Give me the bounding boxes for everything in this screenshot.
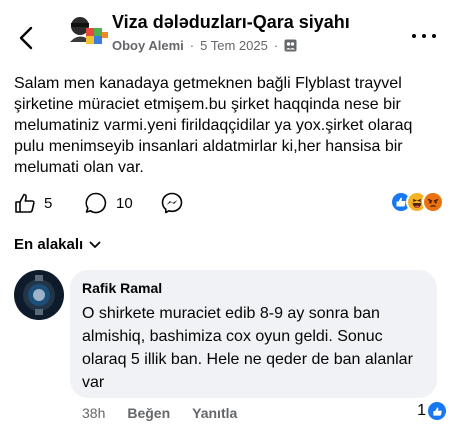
messenger-share-button[interactable]: [160, 190, 184, 216]
angry-reaction-icon: [422, 191, 444, 213]
commenter-avatar[interactable]: [14, 270, 64, 320]
commenter-name[interactable]: Rafik Ramal: [82, 280, 425, 296]
post-author[interactable]: Oboy Alemi: [112, 38, 184, 53]
chevron-down-icon: [89, 241, 101, 248]
comment-bubble: Rafik Ramal O shirkete muraciet edib 8-9…: [70, 270, 437, 398]
meta-separator: ·: [189, 38, 195, 53]
comment-reaction-count[interactable]: 1: [417, 402, 446, 420]
messenger-icon: [161, 192, 183, 214]
comment-icon: [85, 192, 107, 214]
thumbs-up-icon: [15, 193, 35, 213]
like-button[interactable]: 5: [14, 190, 52, 216]
like-reaction-icon: [428, 402, 446, 420]
post-meta: Oboy Alemi · 5 Tem 2025 ·: [112, 38, 297, 53]
meta-separator: ·: [273, 38, 279, 53]
comment-reply-button[interactable]: Yanıtla: [192, 405, 237, 421]
comment-text: O shirkete muraciet edib 8-9 ay sonra ba…: [82, 305, 413, 391]
post-date[interactable]: 5 Tem 2025: [200, 38, 268, 53]
chevron-left-icon: [19, 26, 33, 50]
comment-like-count: 1: [417, 402, 426, 419]
comment-sort-dropdown[interactable]: En alakalı: [14, 236, 101, 253]
post-header: Viza dələduzları-Qara siyahı Oboy Alemi …: [0, 0, 450, 66]
comment-button[interactable]: 10: [84, 190, 133, 216]
group-title[interactable]: Viza dələduzları-Qara siyahı: [112, 12, 350, 33]
reactions-summary[interactable]: [390, 191, 444, 213]
sort-label: En alakalı: [14, 236, 84, 253]
post-actions: 5 10: [0, 190, 450, 216]
back-button[interactable]: [14, 24, 38, 52]
comment-like-button[interactable]: Beğen: [127, 405, 170, 421]
comment-count: 10: [116, 194, 133, 212]
comment-actions: 38h Beğen Yanıtla: [82, 405, 237, 421]
group-avatar[interactable]: [66, 14, 110, 52]
post-body: Salam men kanadaya getmeknen bağli Flybl…: [14, 75, 413, 176]
members-icon: [284, 39, 297, 52]
more-options-button[interactable]: [412, 30, 436, 42]
like-count: 5: [44, 194, 53, 212]
comment-time[interactable]: 38h: [82, 405, 105, 421]
more-horizontal-icon: [412, 34, 416, 38]
